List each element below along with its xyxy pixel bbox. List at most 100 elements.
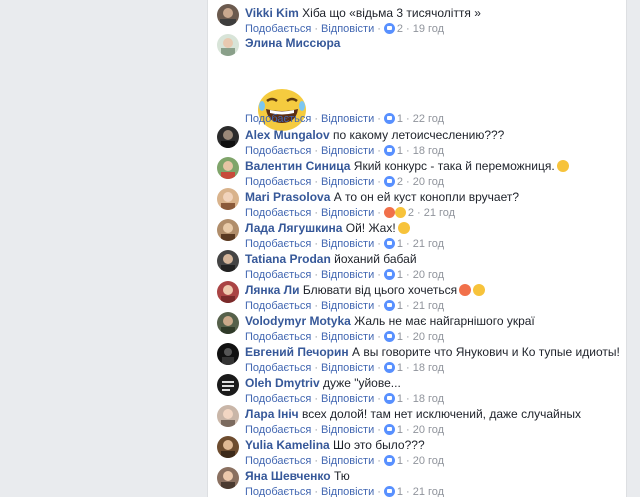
like-link[interactable]: Подобається	[245, 300, 311, 312]
like-link[interactable]: Подобається	[245, 486, 311, 497]
reply-link[interactable]: Відповісти	[321, 207, 374, 219]
comment-time[interactable]: 20 год	[413, 424, 444, 436]
reply-link[interactable]: Відповісти	[321, 238, 374, 250]
reaction-count[interactable]: 1	[397, 269, 403, 281]
like-reaction-icon[interactable]	[383, 23, 395, 34]
haha-reaction-icon[interactable]	[394, 207, 406, 218]
like-link[interactable]: Подобається	[245, 23, 311, 35]
avatar[interactable]	[217, 436, 239, 458]
angry-reaction-icon[interactable]	[383, 207, 395, 218]
comment-time[interactable]: 18 год	[413, 145, 444, 157]
comment-time[interactable]: 20 год	[413, 455, 444, 467]
reaction-count[interactable]: 1	[397, 145, 403, 157]
reaction-count[interactable]: 2	[408, 207, 414, 219]
reaction-count[interactable]: 1	[397, 486, 403, 497]
reaction-count[interactable]: 1	[397, 331, 403, 343]
comment-author[interactable]: Лянка Ли	[245, 283, 299, 297]
like-reaction-icon[interactable]	[383, 362, 395, 373]
reply-link[interactable]: Відповісти	[321, 362, 374, 374]
like-reaction-icon[interactable]	[383, 331, 395, 342]
avatar[interactable]	[217, 467, 239, 489]
avatar[interactable]	[217, 219, 239, 241]
comment-author[interactable]: Яна Шевченко	[245, 469, 331, 483]
comment-author[interactable]: Лара Iніч	[245, 407, 299, 421]
avatar[interactable]	[217, 281, 239, 303]
comment-time[interactable]: 21 год	[413, 486, 444, 497]
comment-time[interactable]: 19 год	[413, 23, 444, 35]
reply-link[interactable]: Відповісти	[321, 113, 374, 125]
reaction-count[interactable]: 1	[397, 393, 403, 405]
avatar[interactable]	[217, 157, 239, 179]
like-reaction-icon[interactable]	[383, 238, 395, 249]
comment-time[interactable]: 20 год	[413, 269, 444, 281]
comment-author[interactable]: Oleh Dmytriv	[245, 376, 320, 390]
comment-author[interactable]: Mari Prasolova	[245, 190, 330, 204]
comment-time[interactable]: 18 год	[413, 362, 444, 374]
avatar[interactable]	[217, 34, 239, 56]
avatar[interactable]	[217, 343, 239, 365]
like-link[interactable]: Подобається	[245, 424, 311, 436]
like-link[interactable]: Подобається	[245, 176, 311, 188]
reply-link[interactable]: Відповісти	[321, 145, 374, 157]
comment-author[interactable]: Vikki Kim	[245, 6, 299, 20]
comment-time[interactable]: 21 год	[413, 238, 444, 250]
like-link[interactable]: Подобається	[245, 362, 311, 374]
like-link[interactable]: Подобається	[245, 238, 311, 250]
avatar[interactable]	[217, 188, 239, 210]
comment-author[interactable]: Лада Лягушкина	[245, 221, 342, 235]
avatar[interactable]	[217, 374, 239, 396]
reply-link[interactable]: Відповісти	[321, 455, 374, 467]
reaction-count[interactable]: 1	[397, 455, 403, 467]
comment-time[interactable]: 20 год	[413, 331, 444, 343]
comment-author[interactable]: Валентин Синица	[245, 159, 350, 173]
reply-link[interactable]: Відповісти	[321, 486, 374, 497]
comment-time[interactable]: 20 год	[413, 176, 444, 188]
avatar[interactable]	[217, 250, 239, 272]
comment-author[interactable]: Volodymyr Motyka	[245, 314, 351, 328]
like-reaction-icon[interactable]	[383, 145, 395, 156]
comment-time[interactable]: 18 год	[413, 393, 444, 405]
comment-author[interactable]: Yulia Kamelina	[245, 438, 330, 452]
reply-link[interactable]: Відповісти	[321, 23, 374, 35]
reply-link[interactable]: Відповісти	[321, 269, 374, 281]
reaction-count[interactable]: 2	[397, 23, 403, 35]
comment-text: Хіба що «відьма 3 тисячоліття »	[302, 6, 481, 20]
like-reaction-icon[interactable]	[383, 269, 395, 280]
like-link[interactable]: Подобається	[245, 393, 311, 405]
reaction-count[interactable]: 1	[397, 238, 403, 250]
reply-link[interactable]: Відповісти	[321, 331, 374, 343]
like-reaction-icon[interactable]	[383, 300, 395, 311]
like-reaction-icon[interactable]	[383, 113, 395, 124]
avatar[interactable]	[217, 312, 239, 334]
comment-time[interactable]: 21 год	[413, 300, 444, 312]
like-link[interactable]: Подобається	[245, 269, 311, 281]
like-reaction-icon[interactable]	[383, 486, 395, 497]
reaction-count[interactable]: 2	[397, 176, 403, 188]
comment-author[interactable]: Tatiana Prodan	[245, 252, 331, 266]
reaction-count[interactable]: 1	[397, 113, 403, 125]
like-link[interactable]: Подобається	[245, 331, 311, 343]
comment-time[interactable]: 22 год	[413, 113, 444, 125]
reaction-count[interactable]: 1	[397, 362, 403, 374]
comment-author[interactable]: Alex Mungalov	[245, 128, 330, 142]
reply-link[interactable]: Відповісти	[321, 176, 374, 188]
avatar[interactable]	[217, 405, 239, 427]
reply-link[interactable]: Відповісти	[321, 424, 374, 436]
like-reaction-icon[interactable]	[383, 176, 395, 187]
like-reaction-icon[interactable]	[383, 393, 395, 404]
like-link[interactable]: Подобається	[245, 145, 311, 157]
like-reaction-icon[interactable]	[383, 455, 395, 466]
avatar[interactable]	[217, 4, 239, 26]
comment-author[interactable]: Евгений Печорин	[245, 345, 349, 359]
reaction-count[interactable]: 1	[397, 300, 403, 312]
reaction-count[interactable]: 1	[397, 424, 403, 436]
comment-author[interactable]: Элина Миссюра	[245, 36, 340, 50]
like-link[interactable]: Подобається	[245, 455, 311, 467]
like-link[interactable]: Подобається	[245, 207, 311, 219]
reply-link[interactable]: Відповісти	[321, 393, 374, 405]
like-link[interactable]: Подобається	[245, 113, 311, 125]
avatar[interactable]	[217, 126, 239, 148]
reply-link[interactable]: Відповісти	[321, 300, 374, 312]
comment-time[interactable]: 21 год	[424, 207, 455, 219]
like-reaction-icon[interactable]	[383, 424, 395, 435]
